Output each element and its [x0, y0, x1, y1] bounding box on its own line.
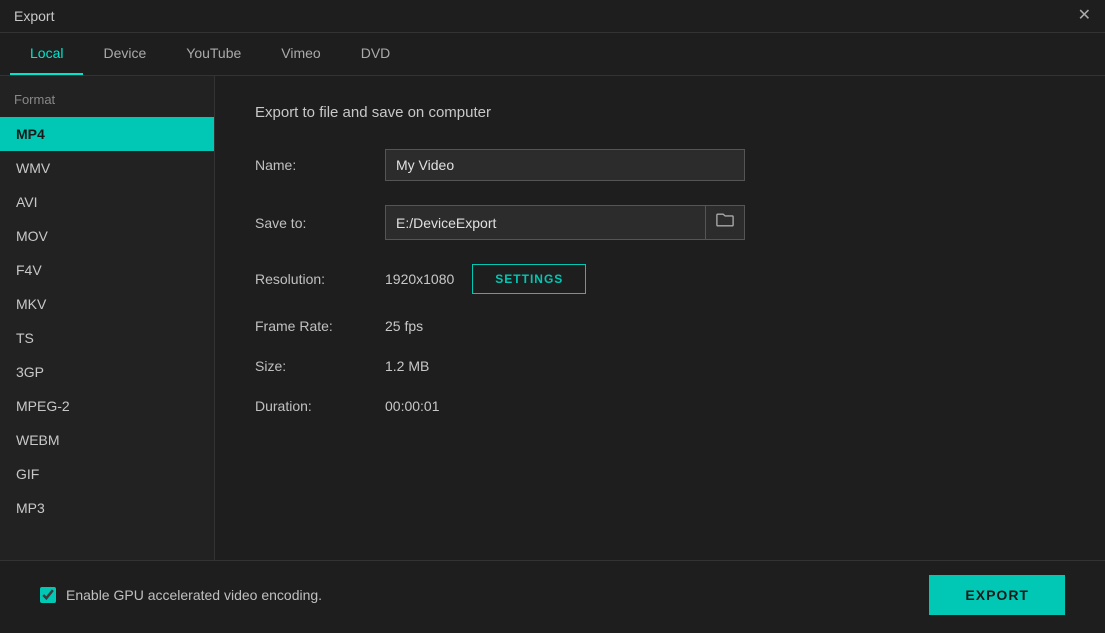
footer: Enable GPU accelerated video encoding. E… — [0, 560, 1105, 633]
resolution-value: 1920x1080 — [385, 271, 454, 287]
duration-label: Duration: — [255, 398, 385, 414]
frame-rate-value: 25 fps — [385, 318, 423, 334]
settings-button[interactable]: SETTINGS — [472, 264, 586, 294]
format-item-webm[interactable]: WEBM — [0, 423, 214, 457]
save-to-path: E:/DeviceExport — [386, 208, 705, 238]
size-row: Size: 1.2 MB — [255, 358, 1065, 374]
size-label: Size: — [255, 358, 385, 374]
format-item-3gp[interactable]: 3GP — [0, 355, 214, 389]
close-button[interactable]: ✕ — [1078, 8, 1091, 24]
save-to-wrapper: E:/DeviceExport — [385, 205, 745, 240]
format-sidebar: Format MP4 WMV AVI MOV F4V MKV TS 3GP MP… — [0, 76, 215, 560]
name-input[interactable] — [385, 149, 745, 181]
resolution-row: Resolution: 1920x1080 SETTINGS — [255, 264, 1065, 294]
section-title: Export to file and save on computer — [255, 104, 1065, 121]
main-content: Export to file and save on computer Name… — [215, 76, 1105, 560]
tab-youtube[interactable]: YouTube — [166, 33, 261, 75]
format-label: Format — [0, 92, 214, 117]
format-item-avi[interactable]: AVI — [0, 185, 214, 219]
frame-rate-label: Frame Rate: — [255, 318, 385, 334]
gpu-label[interactable]: Enable GPU accelerated video encoding. — [66, 587, 322, 603]
gpu-row: Enable GPU accelerated video encoding. — [40, 587, 322, 603]
folder-icon — [716, 212, 734, 228]
folder-browse-button[interactable] — [705, 206, 744, 239]
dialog-body: Format MP4 WMV AVI MOV F4V MKV TS 3GP MP… — [0, 76, 1105, 560]
export-dialog: Export ✕ Local Device YouTube Vimeo DVD … — [0, 0, 1105, 633]
export-button[interactable]: EXPORT — [929, 575, 1065, 615]
title-bar: Export ✕ — [0, 0, 1105, 33]
resolution-label: Resolution: — [255, 271, 385, 287]
gpu-checkbox[interactable] — [40, 587, 56, 603]
name-row: Name: — [255, 149, 1065, 181]
format-item-ts[interactable]: TS — [0, 321, 214, 355]
duration-value: 00:00:01 — [385, 398, 440, 414]
format-item-mpeg2[interactable]: MPEG-2 — [0, 389, 214, 423]
format-item-wmv[interactable]: WMV — [0, 151, 214, 185]
save-to-row: Save to: E:/DeviceExport — [255, 205, 1065, 240]
size-value: 1.2 MB — [385, 358, 429, 374]
tab-bar: Local Device YouTube Vimeo DVD — [0, 33, 1105, 76]
format-item-gif[interactable]: GIF — [0, 457, 214, 491]
dialog-title: Export — [14, 8, 54, 24]
tab-device[interactable]: Device — [83, 33, 166, 75]
format-item-mp4[interactable]: MP4 — [0, 117, 214, 151]
tab-vimeo[interactable]: Vimeo — [261, 33, 340, 75]
save-to-label: Save to: — [255, 215, 385, 231]
format-item-f4v[interactable]: F4V — [0, 253, 214, 287]
name-label: Name: — [255, 157, 385, 173]
tab-local[interactable]: Local — [10, 33, 83, 75]
format-item-mov[interactable]: MOV — [0, 219, 214, 253]
format-item-mp3[interactable]: MP3 — [0, 491, 214, 525]
format-item-mkv[interactable]: MKV — [0, 287, 214, 321]
tab-dvd[interactable]: DVD — [341, 33, 411, 75]
frame-rate-row: Frame Rate: 25 fps — [255, 318, 1065, 334]
duration-row: Duration: 00:00:01 — [255, 398, 1065, 414]
